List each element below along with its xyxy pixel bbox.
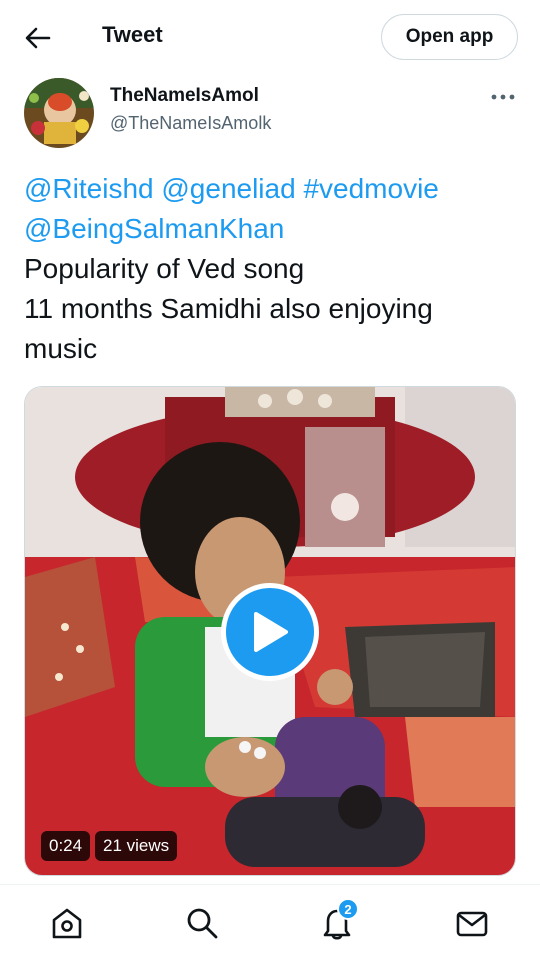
tweet-line-3: Popularity of Ved song — [24, 253, 305, 284]
back-button[interactable] — [18, 18, 58, 58]
notification-count-badge: 2 — [337, 898, 359, 920]
tweet-line-5: music — [24, 333, 98, 364]
nav-search[interactable] — [182, 903, 222, 943]
nav-messages[interactable] — [452, 903, 492, 943]
more-dots-icon — [491, 94, 515, 100]
mention-geneliad[interactable]: @geneliad — [161, 173, 295, 204]
author-handle[interactable]: @TheNameIsAmolk — [110, 113, 271, 134]
top-bar: Tweet Open app — [0, 0, 540, 72]
avatar[interactable] — [24, 78, 94, 148]
open-app-button[interactable]: Open app — [381, 14, 518, 60]
author-name[interactable]: TheNameIsAmol — [110, 85, 259, 107]
tweet-screen: Tweet Open app TheNameIsAmol @TheNameIsA… — [0, 0, 540, 960]
video-player[interactable]: 0:24 21 views — [24, 386, 516, 876]
tweet-line-4: 11 months Samidhi also enjoying — [24, 293, 433, 324]
mention-beingsalmankhan[interactable]: @BeingSalmanKhan — [24, 213, 284, 244]
mention-riteishd[interactable]: @Riteishd — [24, 173, 154, 204]
avatar-image — [24, 78, 94, 148]
hashtag-vedmovie[interactable]: #vedmovie — [303, 173, 438, 204]
page-title: Tweet — [102, 22, 163, 47]
nav-notifications[interactable]: 2 — [317, 898, 359, 943]
tweet-body: @Riteishd @geneliad #vedmovie @BeingSalm… — [24, 169, 520, 369]
video-duration: 0:24 — [41, 831, 91, 861]
play-button[interactable] — [221, 583, 319, 681]
video-views: 21 views — [95, 831, 178, 861]
play-icon — [254, 612, 288, 652]
arrow-left-icon — [25, 27, 51, 49]
messages-icon — [456, 911, 488, 937]
tweet-line-2: @BeingSalmanKhan — [24, 209, 520, 249]
tweet-line-1: @Riteishd @geneliad #vedmovie — [24, 169, 520, 209]
bottom-nav: 2 — [0, 884, 540, 960]
search-icon — [187, 908, 218, 939]
more-button[interactable] — [486, 86, 520, 108]
nav-home[interactable] — [47, 903, 87, 943]
home-icon — [52, 908, 82, 939]
